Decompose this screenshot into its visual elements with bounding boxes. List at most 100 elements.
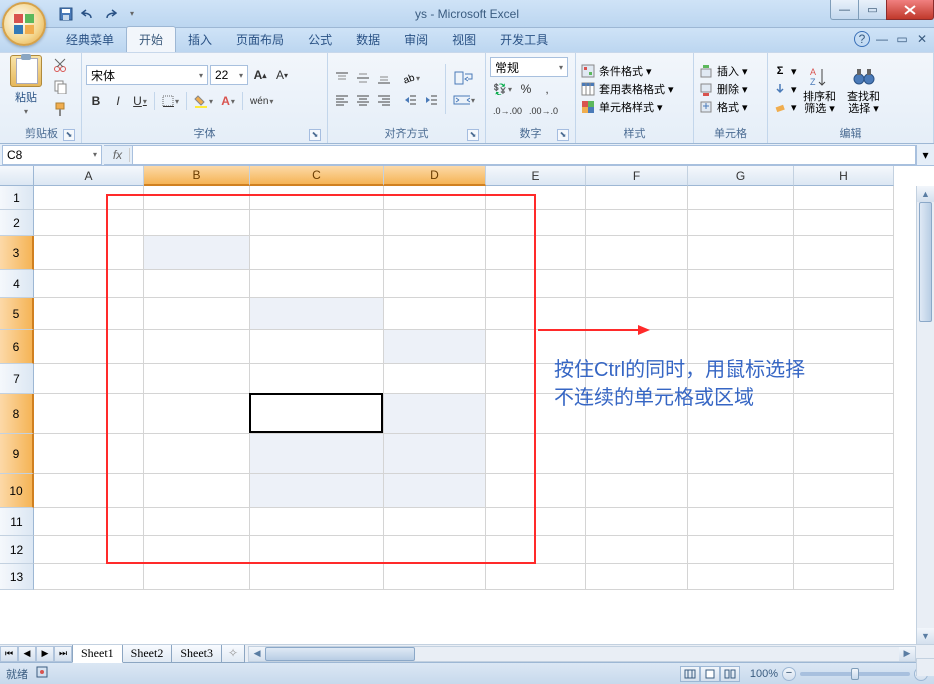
zoom-knob[interactable] xyxy=(851,668,859,680)
italic-button[interactable]: I xyxy=(108,91,128,111)
minimize-button[interactable]: ― xyxy=(830,0,858,20)
cell-F2[interactable] xyxy=(586,210,688,236)
cell-H3[interactable] xyxy=(794,236,894,270)
cell-A3[interactable] xyxy=(34,236,144,270)
align-middle-icon[interactable] xyxy=(353,68,373,88)
scroll-down-icon[interactable]: ▼ xyxy=(917,628,934,644)
font-name-select[interactable]: 宋体▾ xyxy=(86,65,208,85)
active-cell[interactable] xyxy=(249,393,383,433)
tab-layout[interactable]: 页面布局 xyxy=(224,27,296,52)
col-header-E[interactable]: E xyxy=(486,166,586,186)
indent-decrease-icon[interactable] xyxy=(400,90,420,110)
cell-E10[interactable] xyxy=(486,474,586,508)
cell-D11[interactable] xyxy=(384,508,486,536)
row-header-9[interactable]: 9 xyxy=(0,434,34,474)
bold-button[interactable]: B xyxy=(86,91,106,111)
fill-button[interactable]: ▾ xyxy=(772,81,797,97)
view-normal-icon[interactable] xyxy=(680,666,700,682)
wrap-text-icon[interactable] xyxy=(450,68,478,88)
cell-D6[interactable] xyxy=(384,330,486,364)
cell-E1[interactable] xyxy=(486,186,586,210)
cell-F3[interactable] xyxy=(586,236,688,270)
save-icon[interactable] xyxy=(56,4,76,24)
cell-C3[interactable] xyxy=(250,236,384,270)
cell-E11[interactable] xyxy=(486,508,586,536)
row-header-3[interactable]: 3 xyxy=(0,236,34,270)
tab-data[interactable]: 数据 xyxy=(344,27,392,52)
scroll-up-icon[interactable]: ▲ xyxy=(917,186,934,202)
undo-icon[interactable] xyxy=(78,4,98,24)
cell-B8[interactable] xyxy=(144,394,250,434)
new-sheet-button[interactable]: ✧ xyxy=(221,645,245,663)
cell-A4[interactable] xyxy=(34,270,144,298)
cell-C7[interactable] xyxy=(250,364,384,394)
cell-A2[interactable] xyxy=(34,210,144,236)
cell-G4[interactable] xyxy=(688,270,794,298)
cell-B3[interactable] xyxy=(144,236,250,270)
tab-insert[interactable]: 插入 xyxy=(176,27,224,52)
align-bottom-icon[interactable] xyxy=(374,68,394,88)
col-header-B[interactable]: B xyxy=(144,166,250,186)
horizontal-scrollbar[interactable]: ◀ ▶ xyxy=(248,646,916,662)
cell-G9[interactable] xyxy=(688,434,794,474)
cell-C11[interactable] xyxy=(250,508,384,536)
sheet-nav-next[interactable]: ▶ xyxy=(36,646,54,662)
insert-cells-button[interactable]: 插入 ▾ xyxy=(698,63,763,79)
number-launcher[interactable]: ⬊ xyxy=(557,129,569,141)
cell-B12[interactable] xyxy=(144,536,250,564)
col-header-A[interactable]: A xyxy=(34,166,144,186)
cell-H2[interactable] xyxy=(794,210,894,236)
font-launcher[interactable]: ⬊ xyxy=(309,129,321,141)
comma-icon[interactable]: , xyxy=(537,79,557,99)
row-header-6[interactable]: 6 xyxy=(0,330,34,364)
grow-font-icon[interactable]: A▴ xyxy=(250,65,270,85)
cell-F1[interactable] xyxy=(586,186,688,210)
conditional-format-button[interactable]: 条件格式 ▾ xyxy=(580,63,689,79)
indent-increase-icon[interactable] xyxy=(421,90,441,110)
delete-cells-button[interactable]: 删除 ▾ xyxy=(698,81,763,97)
cell-G5[interactable] xyxy=(688,298,794,330)
sheet-nav-first[interactable]: ⏮ xyxy=(0,646,18,662)
border-icon[interactable] xyxy=(159,91,182,111)
cell-C2[interactable] xyxy=(250,210,384,236)
row-header-4[interactable]: 4 xyxy=(0,270,34,298)
formula-input[interactable] xyxy=(132,145,916,165)
font-size-select[interactable]: 22▾ xyxy=(210,65,248,85)
cell-H9[interactable] xyxy=(794,434,894,474)
cell-C10[interactable] xyxy=(250,474,384,508)
cell-H12[interactable] xyxy=(794,536,894,564)
close-button[interactable] xyxy=(886,0,934,20)
cell-A7[interactable] xyxy=(34,364,144,394)
macro-record-icon[interactable] xyxy=(36,666,48,681)
row-header-10[interactable]: 10 xyxy=(0,474,34,508)
align-center-icon[interactable] xyxy=(353,90,373,110)
cell-A8[interactable] xyxy=(34,394,144,434)
cell-G13[interactable] xyxy=(688,564,794,590)
cell-H6[interactable] xyxy=(794,330,894,364)
cell-A6[interactable] xyxy=(34,330,144,364)
cell-A11[interactable] xyxy=(34,508,144,536)
cell-F13[interactable] xyxy=(586,564,688,590)
format-painter-icon[interactable] xyxy=(50,99,70,119)
zoom-slider[interactable] xyxy=(800,672,910,676)
cell-D12[interactable] xyxy=(384,536,486,564)
sheet-tab-3[interactable]: Sheet3 xyxy=(171,645,222,663)
cell-B13[interactable] xyxy=(144,564,250,590)
align-launcher[interactable]: ⬊ xyxy=(467,129,479,141)
cell-F10[interactable] xyxy=(586,474,688,508)
row-header-5[interactable]: 5 xyxy=(0,298,34,330)
col-header-H[interactable]: H xyxy=(794,166,894,186)
cell-G1[interactable] xyxy=(688,186,794,210)
cell-F9[interactable] xyxy=(586,434,688,474)
cell-A12[interactable] xyxy=(34,536,144,564)
row-header-12[interactable]: 12 xyxy=(0,536,34,564)
align-right-icon[interactable] xyxy=(374,90,394,110)
help-icon[interactable]: ? xyxy=(854,31,870,47)
cell-G11[interactable] xyxy=(688,508,794,536)
cell-F11[interactable] xyxy=(586,508,688,536)
hscroll-thumb[interactable] xyxy=(265,647,415,661)
sheet-nav-last[interactable]: ⏭ xyxy=(54,646,72,662)
tab-review[interactable]: 审阅 xyxy=(392,27,440,52)
vertical-scrollbar[interactable]: ▲ ▼ xyxy=(916,186,934,644)
scroll-right-icon[interactable]: ▶ xyxy=(899,647,915,661)
